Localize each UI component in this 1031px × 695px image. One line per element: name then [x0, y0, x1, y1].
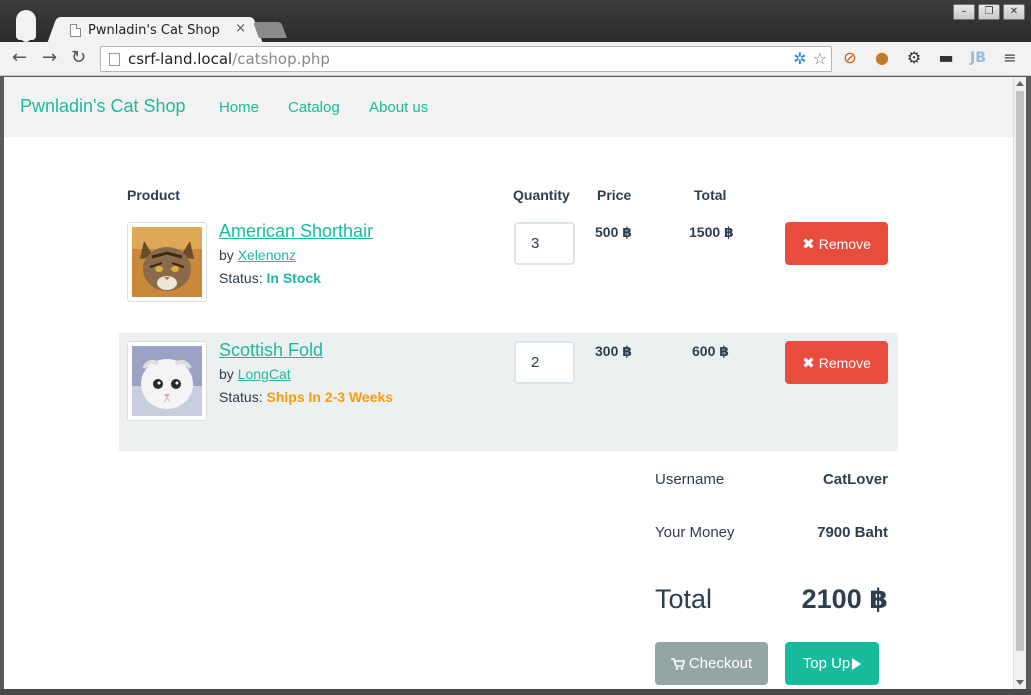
scottish-fold-image	[132, 346, 202, 416]
tab-close-icon[interactable]: ×	[235, 21, 246, 36]
scroll-down-icon[interactable]	[1016, 680, 1024, 685]
status-line: Status: In Stock	[219, 270, 321, 286]
page-scrollbar[interactable]	[1013, 77, 1026, 689]
product-name-link[interactable]: Scottish Fold	[219, 340, 323, 361]
site-navbar: Pwnladin's Cat Shop Home Catalog About u…	[4, 77, 1013, 137]
seller-line: by LongCat	[219, 366, 291, 382]
gear-icon[interactable]: ⚙	[904, 48, 924, 68]
cat-photo	[127, 222, 207, 302]
username-label: Username	[655, 471, 725, 488]
header-quantity: Quantity	[513, 187, 570, 203]
status-label: Status:	[219, 270, 263, 286]
remove-x-icon: ✖	[802, 354, 815, 372]
jb-icon[interactable]: JB	[968, 48, 988, 68]
scroll-thumb[interactable]	[1016, 91, 1024, 651]
by-label: by	[219, 366, 234, 382]
cart-row: American Shorthair by Xelenonz Status: I…	[119, 214, 898, 332]
site-brand[interactable]: Pwnladin's Cat Shop	[20, 96, 186, 117]
american-shorthair-image	[132, 227, 202, 297]
browser-titlebar: Pwnladin's Cat Shop × – ❐ ✕	[0, 0, 1031, 43]
remove-label: Remove	[818, 235, 871, 252]
network-icon[interactable]: ✲	[793, 49, 806, 69]
address-bar[interactable]: csrf-land.local/catshop.php ✲ ☆	[100, 46, 832, 72]
remove-button[interactable]: ✖ Remove	[785, 222, 888, 265]
checkout-button[interactable]: Checkout	[655, 642, 768, 685]
remove-button[interactable]: ✖ Remove	[785, 341, 888, 384]
remove-label: Remove	[818, 354, 871, 371]
new-tab-button[interactable]	[253, 22, 287, 38]
reload-icon[interactable]: ↻	[71, 48, 86, 68]
item-total: 600 ฿	[692, 343, 729, 359]
mask-icon[interactable]: ▬	[936, 48, 956, 68]
money-label: Your Money	[655, 524, 735, 541]
close-window-button[interactable]: ✕	[1003, 4, 1025, 20]
top-up-label: Top Up	[802, 655, 851, 672]
by-label: by	[219, 247, 234, 263]
seller-line: by Xelenonz	[219, 247, 296, 263]
product-name-link[interactable]: American Shorthair	[219, 221, 373, 242]
minimize-button[interactable]: –	[953, 4, 975, 20]
window-controls: – ❐ ✕	[953, 4, 1025, 20]
nav-about[interactable]: About us	[369, 99, 428, 116]
url-path: /catshop.php	[232, 50, 330, 68]
grand-total-value: 2100 ฿	[801, 584, 888, 614]
page-viewport: Pwnladin's Cat Shop Home Catalog About u…	[4, 77, 1013, 689]
url-host: csrf-land.local	[128, 50, 233, 68]
maximize-button[interactable]: ❐	[978, 4, 1000, 20]
menu-icon[interactable]: ≡	[1000, 48, 1020, 68]
status-value: Ships In 2-3 Weeks	[266, 389, 394, 405]
scroll-up-icon[interactable]	[1016, 81, 1024, 86]
cookie-icon[interactable]: ●	[872, 48, 892, 68]
tab-title: Pwnladin's Cat Shop	[88, 22, 220, 38]
nav-catalog[interactable]: Catalog	[288, 99, 340, 116]
extension-icons: ⊘ ● ⚙ ▬ JB ≡	[840, 48, 1020, 68]
cart-row: Scottish Fold by LongCat Status: Ships I…	[119, 333, 898, 451]
header-total: Total	[694, 187, 727, 203]
remove-x-icon: ✖	[802, 235, 815, 253]
item-total: 1500 ฿	[689, 224, 734, 240]
forward-icon[interactable]: →	[42, 48, 57, 68]
top-up-button[interactable]: Top Up	[785, 642, 879, 685]
seller-link[interactable]: LongCat	[238, 366, 291, 382]
item-price: 500 ฿	[595, 224, 632, 240]
back-icon[interactable]: ←	[12, 48, 27, 68]
status-line: Status: Ships In 2-3 Weeks	[219, 389, 393, 405]
header-product: Product	[127, 187, 180, 203]
browser-profile-icon[interactable]	[16, 10, 36, 42]
browser-toolbar: ← → ↻ csrf-land.local/catshop.php ✲ ☆ ⊘ …	[0, 42, 1031, 76]
page-icon	[70, 23, 81, 37]
money-value: 7900 Baht	[817, 524, 888, 541]
status-value: In Stock	[266, 270, 321, 286]
username-value: CatLover	[822, 471, 888, 488]
quantity-input[interactable]: 2	[514, 341, 575, 384]
quantity-input[interactable]: 3	[514, 222, 575, 265]
page-icon	[109, 52, 120, 66]
block-icon[interactable]: ⊘	[840, 48, 860, 68]
item-price: 300 ฿	[595, 343, 632, 359]
checkout-label: Checkout	[688, 655, 753, 672]
browser-tab-active[interactable]: Pwnladin's Cat Shop ×	[60, 17, 250, 43]
address-bar-icons: ✲ ☆	[793, 49, 827, 69]
header-price: Price	[597, 187, 632, 203]
status-label: Status:	[219, 389, 263, 405]
nav-home[interactable]: Home	[219, 99, 259, 116]
play-icon	[852, 657, 862, 670]
seller-link[interactable]: Xelenonz	[238, 247, 296, 263]
window-bottom-frame	[0, 689, 1031, 695]
cat-photo	[127, 341, 207, 421]
star-icon[interactable]: ☆	[813, 49, 827, 69]
cart-icon	[670, 657, 685, 670]
grand-total-label: Total	[655, 584, 713, 614]
